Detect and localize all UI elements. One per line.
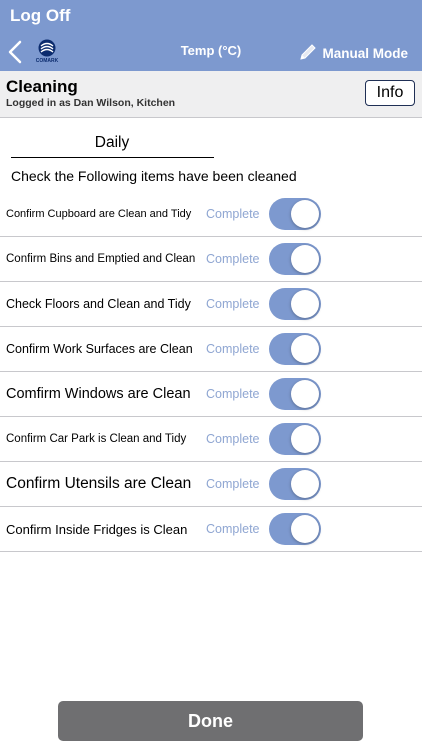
toggle-knob	[291, 515, 319, 543]
done-button[interactable]: Done	[58, 701, 363, 741]
logged-in-user: Logged in as Dan Wilson, Kitchen	[6, 97, 176, 109]
complete-toggle[interactable]	[269, 333, 321, 365]
toggle-knob	[291, 200, 319, 228]
checklist: Confirm Cupboard are Clean and Tidy Comp…	[0, 192, 422, 552]
instructions-text: Check the Following items have been clea…	[11, 168, 297, 184]
toggle-knob	[291, 290, 319, 318]
checklist-item: Check Floors and Clean and Tidy Complete	[0, 282, 422, 327]
top-bar: Log Off	[0, 0, 422, 34]
checklist-item-label: Comfirm Windows are Clean	[6, 386, 191, 402]
checklist-item-label: Check Floors and Clean and Tidy	[6, 297, 191, 311]
frequency-label: Daily	[94, 134, 130, 151]
checklist-item-status: Complete	[206, 477, 260, 491]
toggle-knob	[291, 380, 319, 408]
toggle-knob	[291, 470, 319, 498]
comark-logo: COMARK	[30, 38, 64, 68]
checklist-item-label: Confirm Car Park is Clean and Tidy	[6, 433, 187, 445]
checklist-item-label: Confirm Work Surfaces are Clean	[6, 342, 193, 356]
checklist-item-status: Complete	[206, 297, 260, 311]
checklist-item-label: Confirm Utensils are Clean	[6, 475, 192, 492]
cleaning-screen: Log Off COMARK Temp (°C) Manual Mode Cle…	[0, 0, 422, 750]
checklist-item: Confirm Work Surfaces are Clean Complete	[0, 327, 422, 372]
checklist-item: Confirm Car Park is Clean and Tidy Compl…	[0, 417, 422, 462]
log-off-button[interactable]: Log Off	[10, 6, 70, 26]
manual-mode-label: Manual Mode	[322, 46, 408, 61]
section-header: Cleaning Logged in as Dan Wilson, Kitche…	[0, 71, 422, 118]
manual-mode-button[interactable]: Manual Mode	[298, 42, 408, 65]
nav-title: Temp (°C)	[180, 43, 242, 58]
toggle-knob	[291, 245, 319, 273]
checklist-item-label: Confirm Bins and Emptied and Clean	[6, 253, 196, 265]
complete-toggle[interactable]	[269, 243, 321, 275]
toggle-knob	[291, 335, 319, 363]
pencil-icon	[298, 42, 318, 65]
checklist-item-status: Complete	[206, 207, 260, 221]
complete-toggle[interactable]	[269, 468, 321, 500]
checklist-item-status: Complete	[206, 342, 260, 356]
checklist-item-status: Complete	[206, 252, 260, 266]
navigation-bar: COMARK Temp (°C) Manual Mode	[0, 34, 422, 71]
checklist-item-status: Complete	[206, 522, 260, 536]
checklist-item: Confirm Inside Fridges is Clean Complete	[0, 507, 422, 552]
checklist-item-status: Complete	[206, 432, 260, 446]
complete-toggle[interactable]	[269, 378, 321, 410]
checklist-item-status: Complete	[206, 387, 260, 401]
checklist-item-label: Confirm Cupboard are Clean and Tidy	[6, 208, 192, 220]
info-button[interactable]: Info	[365, 80, 415, 106]
divider	[11, 157, 214, 158]
toggle-knob	[291, 425, 319, 453]
logo-text: COMARK	[35, 58, 59, 64]
checklist-item: Confirm Cupboard are Clean and Tidy Comp…	[0, 192, 422, 237]
complete-toggle[interactable]	[269, 198, 321, 230]
complete-toggle[interactable]	[269, 288, 321, 320]
checklist-item: Confirm Bins and Emptied and Clean Compl…	[0, 237, 422, 282]
checklist-item-label: Confirm Inside Fridges is Clean	[6, 521, 188, 537]
checklist-item: Comfirm Windows are Clean Complete	[0, 372, 422, 417]
checklist-item: Confirm Utensils are Clean Complete	[0, 462, 422, 507]
page-title: Cleaning	[6, 77, 78, 96]
back-chevron-icon[interactable]	[4, 37, 28, 67]
complete-toggle[interactable]	[269, 423, 321, 455]
complete-toggle[interactable]	[269, 513, 321, 545]
